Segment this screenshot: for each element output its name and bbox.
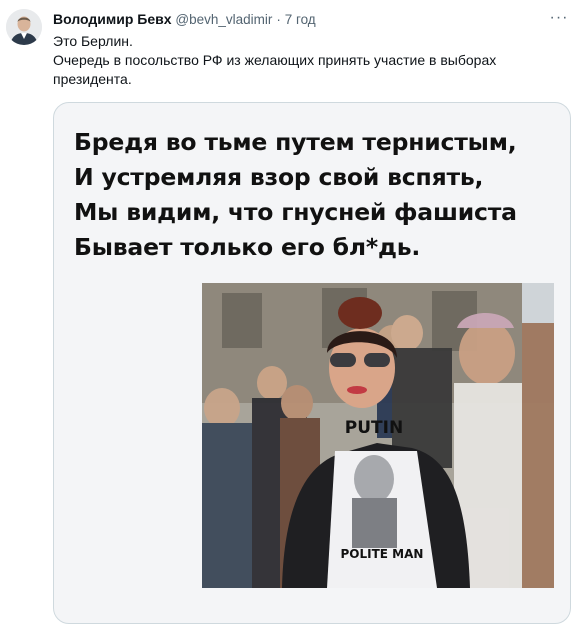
shirt-text-bottom: POLITE MAN	[341, 547, 424, 561]
photo-image: PUTIN POLITE MAN	[202, 283, 554, 588]
separator-dot: ·	[276, 12, 281, 27]
poem-line: Бывает только его бл*дь.	[74, 233, 421, 261]
more-dots-icon: ···	[549, 9, 569, 26]
avatar[interactable]	[6, 9, 42, 45]
tweet-text-line: Это Берлин.	[53, 33, 133, 49]
poem-line: Мы видим, что гнусней фашиста	[74, 198, 517, 226]
media-card[interactable]: Бредя во тьме путем тернистым, И устремл…	[53, 102, 571, 624]
embedded-photo[interactable]: PUTIN POLITE MAN	[202, 283, 554, 588]
poem-line: Бредя во тьме путем тернистым,	[74, 128, 517, 156]
timestamp[interactable]: 7 год	[285, 12, 316, 27]
avatar-image	[6, 9, 42, 45]
tweet-text: Это Берлин. Очередь в посольство РФ из ж…	[53, 32, 567, 89]
tweet[interactable]: Володимир Бевх @bevh_vladimir · 7 год ··…	[0, 0, 581, 624]
more-options-button[interactable]: ···	[549, 8, 569, 28]
poem-line: И устремляя взор свой вспять,	[74, 163, 484, 191]
poem-text: Бредя во тьме путем тернистым, И устремл…	[74, 125, 558, 265]
display-name[interactable]: Володимир Бевх	[53, 11, 172, 27]
user-handle[interactable]: @bevh_vladimir	[175, 12, 272, 27]
shirt-text-top: PUTIN	[345, 418, 403, 438]
tweet-text-line: Очередь в посольство РФ из желающих прин…	[53, 52, 497, 87]
tweet-header: Володимир Бевх @bevh_vladimir · 7 год	[53, 10, 541, 29]
